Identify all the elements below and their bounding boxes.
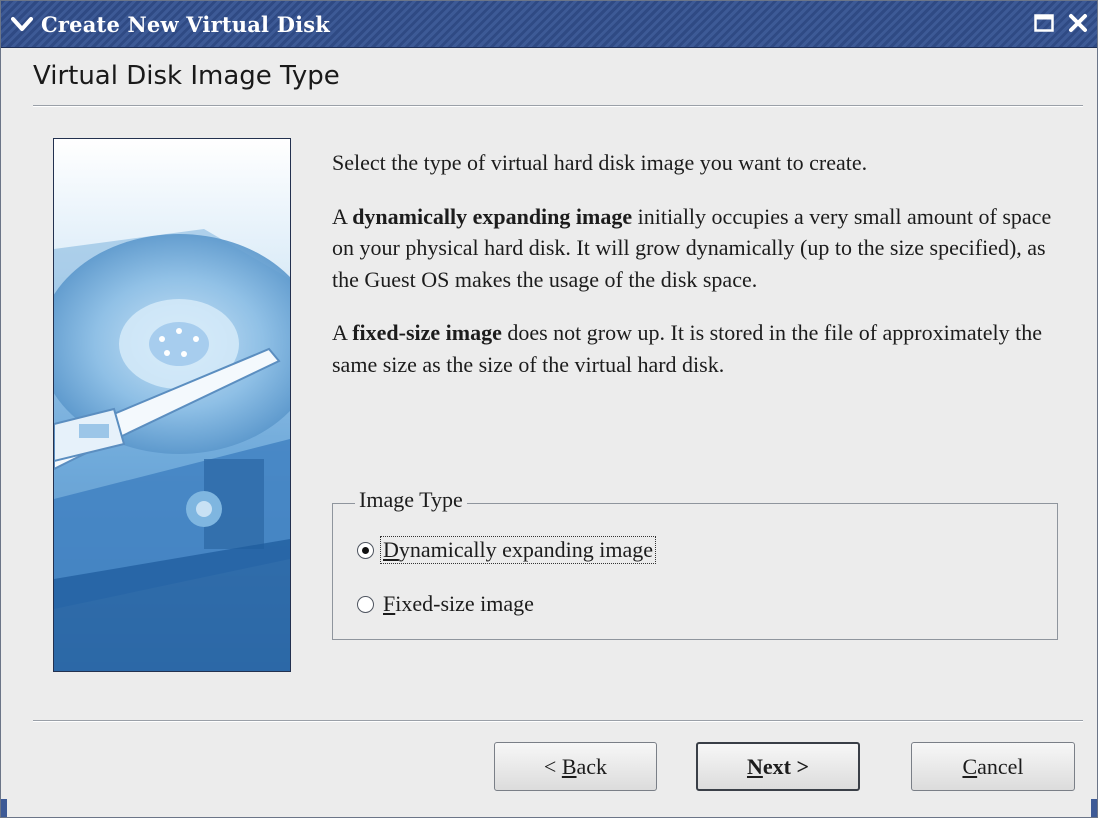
- radio-fixed[interactable]: Fixed-size image: [357, 591, 537, 617]
- header-divider: [33, 105, 1083, 107]
- dynamic-prefix: A: [332, 203, 353, 229]
- image-type-group: [332, 503, 1058, 640]
- radio-dynamic-label[interactable]: Dynamically expanding image: [380, 536, 657, 564]
- dynamic-bold: dynamically expanding image: [352, 203, 633, 229]
- dialog-window: Create New Virtual Disk Virtual Disk Ima…: [0, 0, 1098, 818]
- cancel-mnemonic: C: [962, 753, 978, 779]
- radio-dynamic[interactable]: Dynamically expanding image: [357, 536, 657, 564]
- close-button[interactable]: [1065, 10, 1091, 36]
- radio-fixed-rest: ixed-size image: [395, 591, 534, 616]
- cancel-button[interactable]: Cancel: [911, 742, 1075, 791]
- next-rest: ext: [762, 753, 791, 779]
- radio-fixed-indicator[interactable]: [357, 595, 374, 613]
- resize-handle-right[interactable]: [1091, 799, 1097, 817]
- fixed-prefix: A: [332, 320, 353, 345]
- radio-fixed-mnemonic: F: [383, 591, 396, 616]
- back-mnemonic: B: [561, 753, 577, 779]
- window-controls: [1031, 10, 1091, 36]
- intro-text: Select the type of virtual hard disk ima…: [332, 150, 868, 175]
- back-arrow: <: [543, 753, 557, 779]
- next-arrow: >: [796, 753, 810, 779]
- radio-dynamic-rest: ynamically expanding image: [398, 537, 654, 562]
- footer-divider: [33, 720, 1083, 722]
- chevron-down-icon: [11, 17, 33, 31]
- page-title: Virtual Disk Image Type: [33, 61, 340, 91]
- window-menu-button[interactable]: [7, 9, 37, 39]
- next-button[interactable]: Next >: [696, 742, 860, 791]
- maximize-button[interactable]: [1031, 10, 1057, 36]
- description: Select the type of virtual hard disk ima…: [332, 147, 1072, 402]
- resize-handle-left[interactable]: [1, 799, 7, 817]
- image-type-legend: Image Type: [355, 487, 467, 513]
- maximize-icon: [1034, 14, 1054, 32]
- fixed-bold: fixed-size image: [352, 320, 502, 345]
- radio-dynamic-mnemonic: D: [383, 537, 399, 562]
- dynamic-description: A dynamically expanding image initially …: [332, 201, 1072, 296]
- title-left: Create New Virtual Disk: [7, 9, 330, 39]
- cancel-rest: ancel: [977, 753, 1024, 779]
- back-rest: ack: [576, 753, 608, 779]
- next-mnemonic: N: [746, 753, 763, 779]
- fixed-description: A fixed-size image does not grow up. It …: [332, 317, 1072, 380]
- title-bar[interactable]: Create New Virtual Disk: [1, 1, 1097, 48]
- hard-disk-illustration: [54, 139, 290, 671]
- back-button[interactable]: < Back: [494, 742, 657, 791]
- wizard-side-image: [53, 138, 291, 672]
- radio-fixed-label[interactable]: Fixed-size image: [380, 591, 537, 617]
- window-title: Create New Virtual Disk: [41, 11, 331, 37]
- close-icon: [1069, 14, 1087, 32]
- radio-dynamic-indicator[interactable]: [357, 541, 374, 559]
